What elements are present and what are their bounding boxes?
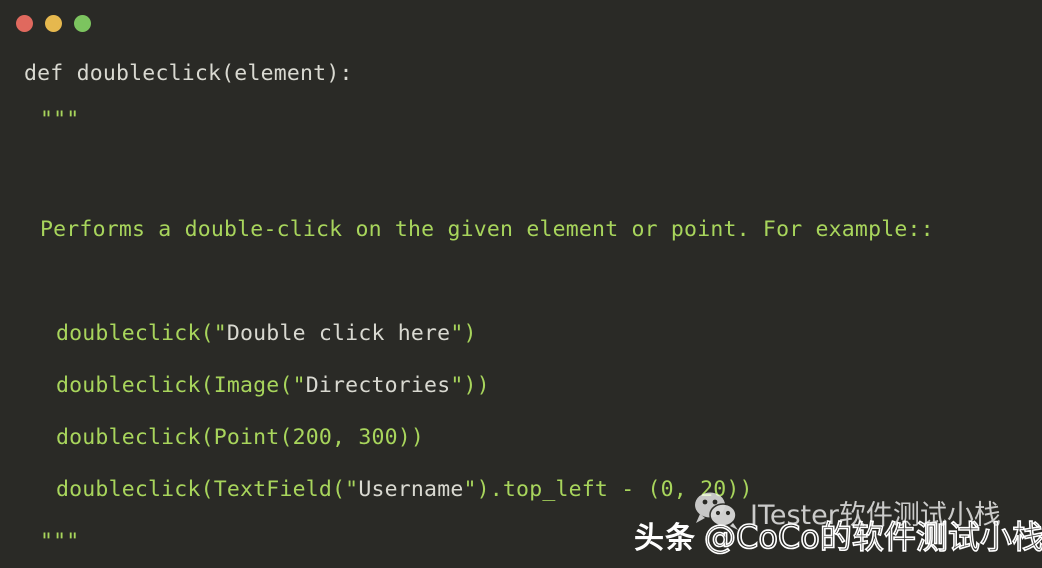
code-token: Performs a double-click on the given ele… — [40, 217, 934, 242]
code-line-example-2: doubleclick(Image("Directories")) — [0, 360, 1042, 412]
code-token: """ — [40, 529, 80, 554]
code-token: def doubleclick(element): — [24, 61, 353, 86]
code-token: ") — [450, 321, 477, 346]
code-line-doc-close: """ — [0, 516, 1042, 568]
code-token: Username — [358, 477, 464, 502]
code-token: Double click here — [226, 321, 451, 346]
code-token: ")) — [450, 373, 490, 398]
maximize-button[interactable] — [74, 15, 91, 32]
minimize-button[interactable] — [45, 15, 62, 32]
code-token: ").top_left - (0, 20)) — [463, 477, 753, 502]
code-token: doubleclick(TextField(" — [56, 477, 359, 502]
code-token: """ — [40, 107, 80, 132]
code-line-example-3: doubleclick(Point(200, 300)) — [0, 412, 1042, 464]
code-token: doubleclick(Point(200, 300)) — [56, 425, 425, 450]
code-token: doubleclick(Image(" — [56, 373, 306, 398]
code-line-blank-2 — [0, 256, 1042, 308]
code-token: Directories — [305, 373, 451, 398]
code-line-summary: Performs a double-click on the given ele… — [0, 204, 1042, 256]
code-block[interactable]: def doubleclick(element): """ Performs a … — [0, 48, 1042, 568]
code-line-doc-open: """ — [0, 94, 1042, 146]
window-controls — [16, 15, 91, 32]
code-line-blank-1 — [0, 152, 1042, 204]
close-button[interactable] — [16, 15, 33, 32]
code-token: doubleclick(" — [56, 321, 227, 346]
code-line-example-1: doubleclick("Double click here") — [0, 308, 1042, 360]
code-line-def: def doubleclick(element): — [0, 48, 1042, 100]
code-line-example-4: doubleclick(TextField("Username").top_le… — [0, 464, 1042, 516]
window-titlebar — [0, 0, 1042, 48]
code-editor-window: def doubleclick(element): """ Performs a … — [0, 0, 1042, 568]
